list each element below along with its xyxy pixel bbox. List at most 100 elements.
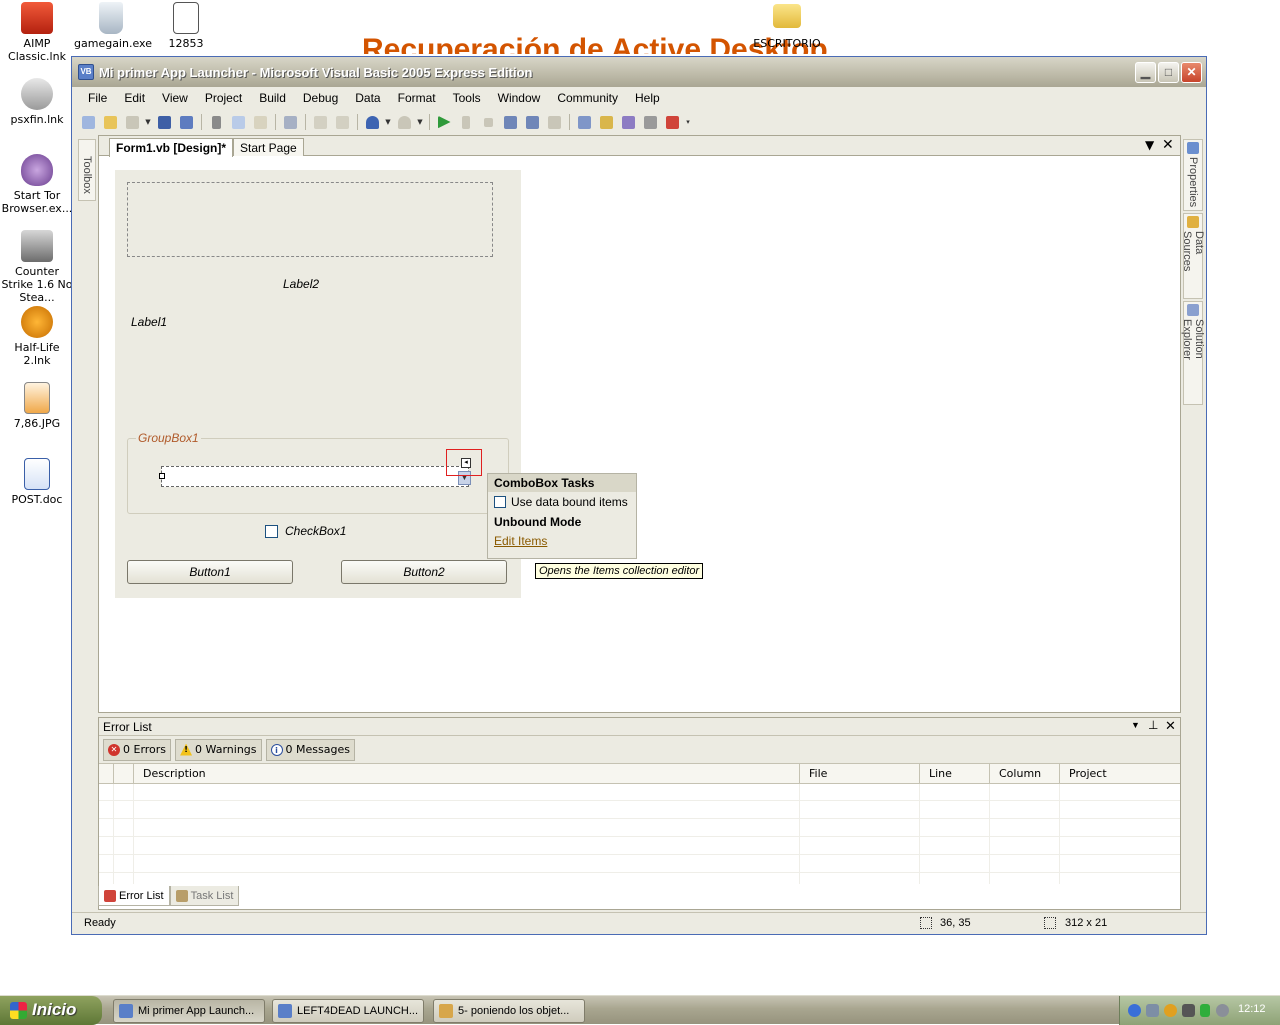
solution-explorer-tab[interactable]: Solution Explorer (1181, 301, 1205, 405)
pause-button[interactable] (456, 112, 476, 132)
network-icon[interactable] (1146, 1004, 1159, 1017)
column-file[interactable]: File (809, 767, 827, 780)
menu-window[interactable]: Window (490, 91, 550, 105)
form1-design-surface[interactable]: Label2 Label1 GroupBox1 ▼ ◂ CheckBox1 Bu… (115, 170, 704, 598)
checkbox-box[interactable] (265, 524, 278, 538)
picturebox[interactable] (127, 182, 493, 257)
undo-dropdown[interactable]: ▼ (384, 112, 392, 132)
antivirus-icon[interactable] (1164, 1004, 1177, 1017)
button2[interactable]: Button2 (341, 560, 507, 584)
tab-task-list[interactable]: Task List (169, 886, 240, 906)
resize-handle[interactable] (159, 473, 165, 479)
window-position-dropdown-icon[interactable]: ▼ (1131, 720, 1140, 730)
desktop-icon-12853[interactable]: 12853 (149, 2, 223, 50)
desktop-icon-post-doc[interactable]: POST.doc (0, 458, 74, 506)
add-item-button[interactable] (122, 112, 142, 132)
open-file-button[interactable] (100, 112, 120, 132)
messages-filter-button[interactable]: i 0 Messages (265, 738, 355, 761)
active-files-dropdown-icon[interactable]: ▼ (1145, 138, 1154, 152)
close-document-icon[interactable]: ✕ (1162, 137, 1174, 153)
taskbar-button-visual-basic[interactable]: Mi primer App Launch... (113, 999, 265, 1023)
use-data-bound-items-checkbox[interactable] (494, 496, 506, 508)
uncomment-button[interactable] (332, 112, 352, 132)
find-button[interactable] (280, 112, 300, 132)
add-item-dropdown[interactable]: ▼ (144, 112, 152, 132)
column-line[interactable]: Line (929, 767, 952, 780)
paste-button[interactable] (250, 112, 270, 132)
close-button[interactable]: ✕ (1181, 62, 1202, 83)
desktop-icon-counter-strike[interactable]: Counter Strike 1.6 No Stea... (0, 230, 74, 304)
checkbox[interactable]: CheckBox1 (265, 524, 346, 538)
data-sources-tab[interactable]: Data Sources (1181, 213, 1205, 299)
label2[interactable]: Label2 (283, 277, 319, 291)
properties-window-button[interactable] (596, 112, 616, 132)
desktop-icon-gamegain[interactable]: gamegain.exe (74, 2, 152, 50)
menu-debug[interactable]: Debug (295, 91, 347, 105)
title-bar[interactable]: VB Mi primer App Launcher - Microsoft Vi… (72, 57, 1206, 87)
comment-button[interactable] (310, 112, 330, 132)
desktop-icon-tor[interactable]: Start Tor Browser.ex... (0, 154, 74, 215)
start-button[interactable]: Inicio (0, 996, 102, 1025)
maximize-button[interactable]: □ (1158, 62, 1179, 83)
stop-button[interactable] (478, 112, 498, 132)
taskbar-button-poniendo[interactable]: 5- poniendo los objet... (433, 999, 585, 1023)
tab-start-page[interactable]: Start Page (233, 138, 304, 156)
label1[interactable]: Label1 (131, 315, 167, 329)
column-column[interactable]: Column (999, 767, 1041, 780)
cut-button[interactable] (206, 112, 226, 132)
desktop-icon-escritorio[interactable]: ESCRITORIO (750, 4, 824, 50)
redo-button[interactable] (394, 112, 414, 132)
tab-error-list[interactable]: Error List (98, 886, 170, 906)
menu-view[interactable]: View (154, 91, 197, 105)
column-description[interactable]: Description (143, 767, 206, 780)
menu-build[interactable]: Build (251, 91, 295, 105)
step-over-button[interactable] (522, 112, 542, 132)
step-into-button[interactable] (500, 112, 520, 132)
use-data-bound-items-option[interactable]: Use data bound items (488, 492, 636, 512)
menu-edit[interactable]: Edit (116, 91, 154, 105)
tab-form1-design[interactable]: Form1.vb [Design]* (109, 138, 234, 157)
redo-dropdown[interactable]: ▼ (416, 112, 424, 132)
desktop-icon-jpg[interactable]: 7,86.JPG (0, 382, 74, 430)
taskbar-button-left4dead[interactable]: LEFT4DEAD LAUNCH... (272, 999, 424, 1023)
copy-button[interactable] (228, 112, 248, 132)
menu-data[interactable]: Data (347, 91, 389, 105)
warnings-filter-button[interactable]: ! 0 Warnings (175, 738, 262, 761)
toolbar-overflow-button[interactable]: ▾ (684, 112, 692, 132)
toolbox-tab[interactable]: Toolbox (78, 139, 96, 201)
menu-format[interactable]: Format (390, 91, 445, 105)
close-panel-icon[interactable]: ✕ (1165, 718, 1176, 734)
button1[interactable]: Button1 (127, 560, 293, 584)
solution-explorer-button[interactable] (574, 112, 594, 132)
undo-button[interactable] (362, 112, 382, 132)
new-project-button[interactable] (78, 112, 98, 132)
menu-project[interactable]: Project (197, 91, 251, 105)
volume-icon[interactable] (1182, 1004, 1195, 1017)
combobox[interactable] (159, 466, 469, 487)
signal-strength-icon[interactable] (1200, 1004, 1210, 1017)
desktop-icon-psxfin[interactable]: psxfin.lnk (0, 78, 74, 126)
errors-filter-button[interactable]: ✕ 0 Errors (103, 738, 172, 761)
pin-icon[interactable]: ⊥ (1148, 718, 1158, 732)
menu-tools[interactable]: Tools (445, 91, 490, 105)
visual-basic-app-icon[interactable]: VB (78, 64, 94, 80)
column-project[interactable]: Project (1069, 767, 1107, 780)
lightning-icon[interactable] (1128, 1004, 1141, 1017)
toolbox-button[interactable] (640, 112, 660, 132)
menu-help[interactable]: Help (627, 91, 669, 105)
minimize-button[interactable]: ▁ (1135, 62, 1156, 83)
menu-file[interactable]: File (80, 91, 116, 105)
save-button[interactable] (154, 112, 174, 132)
desktop-icon-aimp[interactable]: AIMP Classic.lnk (0, 2, 74, 63)
save-all-button[interactable] (176, 112, 196, 132)
desktop-icon-half-life[interactable]: Half-Life 2.lnk (0, 306, 74, 367)
error-list-button[interactable] (662, 112, 682, 132)
menu-community[interactable]: Community (549, 91, 627, 105)
smart-tag-glyph-icon[interactable]: ◂ (461, 458, 471, 468)
update-icon[interactable] (1216, 1004, 1229, 1017)
edit-items-link[interactable]: Edit Items (488, 532, 636, 550)
properties-tab[interactable]: Properties (1183, 139, 1203, 211)
step-out-button[interactable] (544, 112, 564, 132)
object-browser-button[interactable] (618, 112, 638, 132)
start-debugging-button[interactable] (434, 112, 454, 132)
